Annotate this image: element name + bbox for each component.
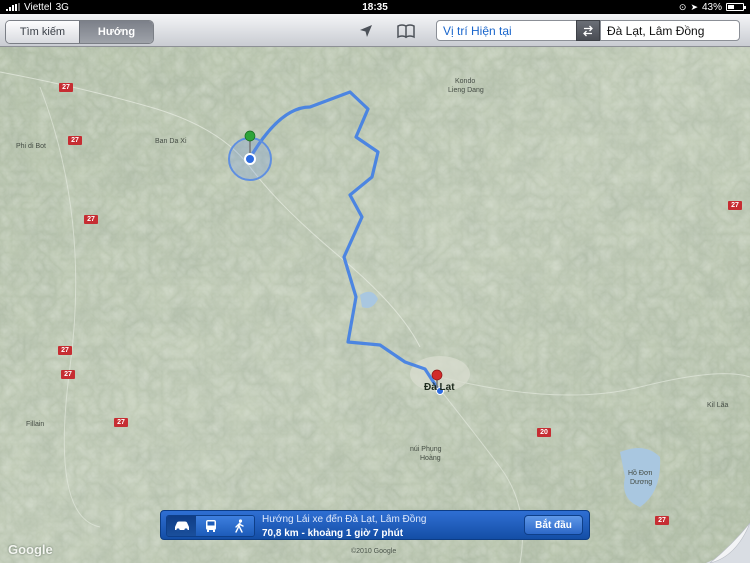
road-shield: 27 [59, 83, 73, 92]
mode-walk-button[interactable] [225, 516, 254, 536]
place-label: Fillain [26, 421, 45, 428]
carrier-label: Viettel [24, 1, 52, 13]
battery-icon [726, 3, 746, 11]
place-label: Lieng Dang [448, 87, 484, 94]
swap-button[interactable] [576, 20, 600, 41]
place-label: Hoàng [420, 455, 441, 462]
start-pin-icon[interactable] [243, 130, 257, 154]
route-title: Hướng Lái xe đến Đà Lạt, Lâm Đồng [262, 514, 427, 525]
battery-percent: 43% [701, 1, 722, 13]
place-label: Phi di Bot [16, 143, 46, 150]
place-label: Ban Da Xi [155, 138, 187, 145]
tab-directions[interactable]: Hướng [79, 21, 153, 43]
transport-mode-control [166, 515, 255, 537]
road-shield: 27 [84, 215, 98, 224]
swap-icon [583, 25, 593, 36]
road-shield: 20 [537, 428, 551, 437]
signal-icon [6, 3, 20, 11]
mode-transit-button[interactable] [196, 516, 225, 536]
place-label: Kondo [455, 78, 476, 85]
tab-search[interactable]: Tìm kiếm [6, 21, 79, 43]
location-arrow-icon[interactable] [357, 22, 375, 40]
route-info-bar: Hướng Lái xe đến Đà Lạt, Lâm Đồng 70,8 k… [160, 510, 590, 540]
place-label: Dương [630, 479, 653, 486]
location-service-icon: ➤ [690, 1, 698, 12]
mode-segmented-control: Tìm kiếm Hướng [5, 20, 154, 44]
walk-icon [234, 519, 244, 533]
start-location-field[interactable]: Vị trí Hiện tại [436, 20, 577, 41]
clock: 18:35 [362, 1, 388, 13]
toolbar: Tìm kiếm Hướng Vị trí Hiện tại Đà Lạt, L… [0, 14, 750, 47]
mode-car-button[interactable] [167, 516, 196, 536]
road-shield: 27 [114, 418, 128, 427]
bookmarks-icon[interactable] [396, 22, 416, 40]
page-curl[interactable] [706, 523, 750, 563]
status-bar: Viettel 3G 18:35 ⊙ ➤ 43% [0, 0, 750, 14]
road-shield: 27 [68, 136, 82, 145]
road-shield: 27 [61, 370, 75, 379]
destination-field[interactable]: Đà Lạt, Lâm Đồng [600, 20, 740, 41]
car-icon [174, 521, 189, 532]
route-summary: 70,8 km - khoảng 1 giờ 7 phút [262, 528, 404, 539]
network-label: 3G [55, 1, 69, 13]
map-view[interactable]: Phi di Bot Ban Da Xi Kondo Lieng Dang Fi… [0, 47, 750, 563]
place-label: Hồ Đơn [628, 470, 653, 477]
lock-rotation-icon: ⊙ [678, 1, 687, 12]
current-location-dot [244, 153, 256, 165]
google-logo: Google [8, 542, 53, 557]
place-label: núi Phụng [410, 446, 442, 453]
city-label-da-lat: Đà Lạt [424, 382, 455, 393]
road-shield: 27 [655, 516, 669, 525]
place-label: Kil Lãa [707, 402, 729, 409]
road-shield: 27 [728, 201, 742, 210]
road-shield: 27 [58, 346, 72, 355]
map-copyright: ©2010 Google [351, 548, 397, 555]
start-navigation-button[interactable]: Bắt đầu [524, 515, 583, 535]
bus-icon [205, 520, 216, 532]
